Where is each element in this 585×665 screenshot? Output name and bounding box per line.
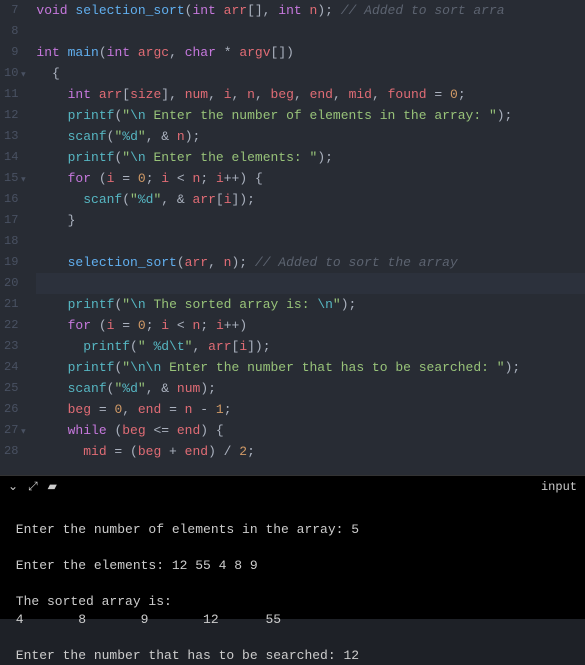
code-editor[interactable]: 7891011121314151617181920212223242526272…	[0, 0, 585, 475]
line-number: 23	[4, 336, 18, 357]
terminal-toolbar: ⌄ ⤢ ▰ input	[0, 475, 585, 497]
line-number: 20	[4, 273, 18, 294]
code-line[interactable]: {	[36, 63, 585, 84]
line-number: 12	[4, 105, 18, 126]
line-number: 16	[4, 189, 18, 210]
code-line[interactable]: for (i = 0; i < n; i++) {	[36, 168, 585, 189]
code-line[interactable]: printf("\n Enter the number of elements …	[36, 105, 585, 126]
code-line[interactable]: printf(" %d\t", arr[i]);	[36, 336, 585, 357]
input-label: input	[541, 480, 577, 494]
code-line[interactable]	[36, 273, 585, 294]
line-number: 26	[4, 399, 18, 420]
expand-icon[interactable]: ⤢	[28, 480, 38, 494]
line-number-gutter: 7891011121314151617181920212223242526272…	[0, 0, 26, 475]
line-number: 8	[4, 21, 18, 42]
code-line[interactable]: printf("\n\n Enter the number that has t…	[36, 357, 585, 378]
line-number: 10	[4, 63, 18, 84]
line-number: 21	[4, 294, 18, 315]
code-line[interactable]: void selection_sort(int arr[], int n); /…	[36, 0, 585, 21]
code-line[interactable]: int arr[size], num, i, n, beg, end, mid,…	[36, 84, 585, 105]
code-line[interactable]: scanf("%d", & num);	[36, 378, 585, 399]
line-number: 25	[4, 378, 18, 399]
code-line[interactable]: beg = 0, end = n - 1;	[36, 399, 585, 420]
code-line[interactable]: printf("\n The sorted array is: \n");	[36, 294, 585, 315]
code-line[interactable]: while (beg <= end) {	[36, 420, 585, 441]
code-line[interactable]	[36, 231, 585, 252]
line-number: 27	[4, 420, 18, 441]
line-number: 28	[4, 441, 18, 462]
line-number: 11	[4, 84, 18, 105]
line-number: 15	[4, 168, 18, 189]
code-line[interactable]: }	[36, 210, 585, 231]
code-line[interactable]	[36, 21, 585, 42]
run-icon[interactable]: ▰	[48, 479, 57, 494]
code-line[interactable]: scanf("%d", & arr[i]);	[36, 189, 585, 210]
line-number: 13	[4, 126, 18, 147]
line-number: 18	[4, 231, 18, 252]
line-number: 19	[4, 252, 18, 273]
code-line[interactable]: scanf("%d", & n);	[36, 126, 585, 147]
code-line[interactable]: mid = (beg + end) / 2;	[36, 441, 585, 462]
code-area[interactable]: void selection_sort(int arr[], int n); /…	[26, 0, 585, 475]
line-number: 17	[4, 210, 18, 231]
line-number: 14	[4, 147, 18, 168]
code-line[interactable]: printf("\n Enter the elements: ");	[36, 147, 585, 168]
chevron-down-icon[interactable]: ⌄	[8, 479, 18, 494]
line-number: 9	[4, 42, 18, 63]
terminal-output[interactable]: Enter the number of elements in the arra…	[0, 497, 585, 619]
line-number: 24	[4, 357, 18, 378]
line-number: 22	[4, 315, 18, 336]
code-line[interactable]: selection_sort(arr, n); // Added to sort…	[36, 252, 585, 273]
line-number: 7	[4, 0, 18, 21]
code-line[interactable]: for (i = 0; i < n; i++)	[36, 315, 585, 336]
code-line[interactable]: int main(int argc, char * argv[])	[36, 42, 585, 63]
